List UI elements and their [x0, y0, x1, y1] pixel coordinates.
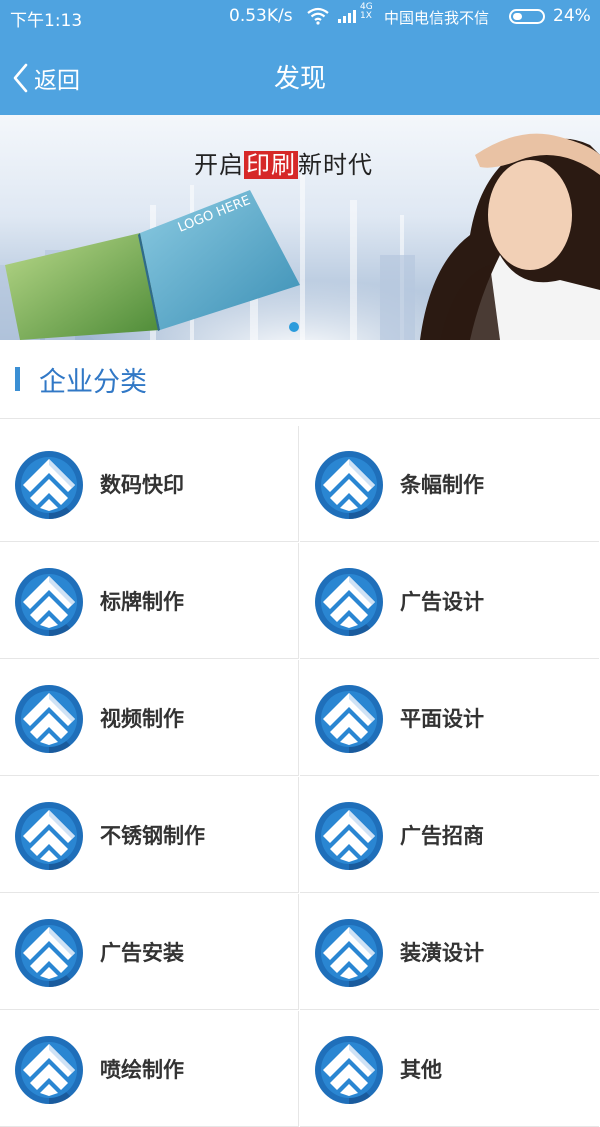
status-bar: 下午1:13 0.53K/s 4G 1X 中国电信我不信 24%	[0, 0, 600, 34]
battery-icon	[509, 9, 545, 24]
section-header: 企业分类	[0, 340, 600, 419]
category-item[interactable]: 条幅制作	[300, 426, 599, 542]
section-accent-bar	[15, 367, 20, 391]
status-time: 下午1:13	[10, 11, 83, 31]
category-item[interactable]: 数码快印	[0, 426, 299, 542]
category-logo-icon	[14, 450, 84, 520]
carrier-name: 中国电信我不信	[384, 9, 490, 27]
category-label: 数码快印	[100, 473, 184, 497]
category-label: 标牌制作	[100, 590, 184, 614]
status-speed: 0.53K/s	[229, 6, 293, 26]
category-label: 广告招商	[400, 824, 484, 848]
network-bottom: 1X	[360, 11, 372, 21]
category-logo-icon	[314, 684, 384, 754]
category-item[interactable]: 其他	[300, 1011, 599, 1127]
category-label: 平面设计	[400, 707, 484, 731]
category-label: 广告设计	[400, 590, 484, 614]
category-label: 其他	[400, 1058, 442, 1082]
category-item[interactable]: 广告设计	[300, 543, 599, 659]
top-bar: 下午1:13 0.53K/s 4G 1X 中国电信我不信 24% 返回 发现	[0, 0, 600, 115]
category-item[interactable]: 视频制作	[0, 660, 299, 776]
category-logo-icon	[14, 567, 84, 637]
category-item[interactable]: 平面设计	[300, 660, 599, 776]
category-item[interactable]: 广告招商	[300, 777, 599, 893]
banner-slogan: 开启印刷新时代	[194, 145, 373, 180]
slogan-highlight: 印刷	[244, 151, 298, 179]
wifi-icon	[306, 6, 330, 31]
page-title: 发现	[273, 64, 326, 94]
slogan-part-1: 开启	[194, 151, 244, 179]
category-logo-icon	[14, 918, 84, 988]
category-logo-icon	[314, 918, 384, 988]
category-logo-icon	[314, 1035, 384, 1105]
category-label: 条幅制作	[400, 473, 484, 497]
category-logo-icon	[314, 801, 384, 871]
slogan-part-2: 新时代	[298, 151, 373, 179]
category-item[interactable]: 喷绘制作	[0, 1011, 299, 1127]
category-logo-icon	[14, 684, 84, 754]
category-label: 喷绘制作	[100, 1058, 184, 1082]
category-label: 广告安装	[100, 941, 184, 965]
carousel-indicator-dot[interactable]	[289, 322, 299, 332]
category-logo-icon	[314, 450, 384, 520]
signal-icon	[338, 8, 358, 29]
category-item[interactable]: 装潢设计	[300, 894, 599, 1010]
battery-percent: 24%	[553, 6, 591, 26]
banner-carousel[interactable]: LOGO HERE 开启印刷新时代	[0, 115, 600, 340]
section-title: 企业分类	[39, 367, 147, 398]
category-logo-icon	[14, 801, 84, 871]
nav-bar: 返回 发现	[0, 34, 600, 115]
category-item[interactable]: 不锈钢制作	[0, 777, 299, 893]
category-label: 视频制作	[100, 707, 184, 731]
category-item[interactable]: 广告安装	[0, 894, 299, 1010]
category-logo-icon	[314, 567, 384, 637]
category-item[interactable]: 标牌制作	[0, 543, 299, 659]
category-logo-icon	[14, 1035, 84, 1105]
category-label: 不锈钢制作	[100, 824, 205, 848]
category-label: 装潢设计	[400, 941, 484, 965]
network-type: 4G 1X	[360, 3, 373, 21]
